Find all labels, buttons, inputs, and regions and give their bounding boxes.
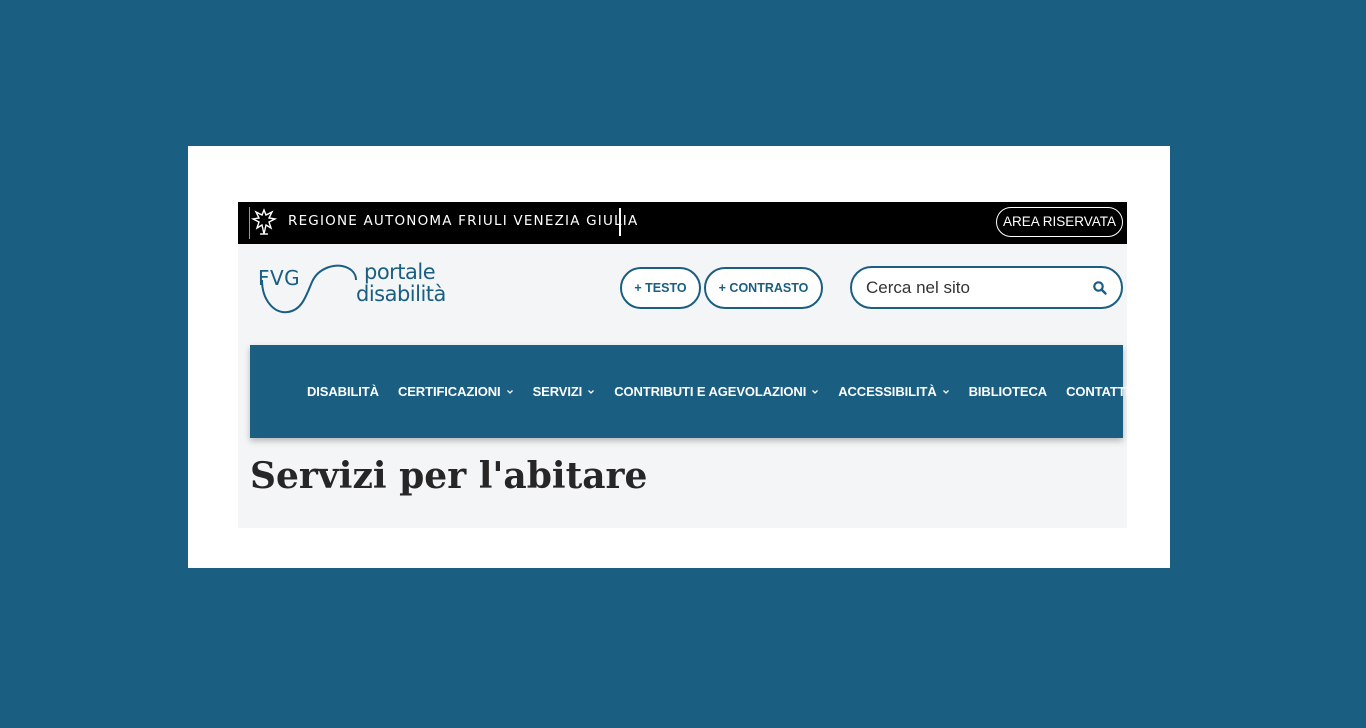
chevron-down-icon <box>506 389 513 394</box>
logo-portale-text: portale <box>364 260 436 284</box>
nav-item-label: ACCESSIBILITÀ <box>838 384 937 399</box>
nav-item-contatti[interactable]: CONTATTI <box>1066 384 1129 399</box>
content-card: REGIONE AUTONOMA FRIULI VENEZIA GIULIA A… <box>188 146 1170 568</box>
contrast-button[interactable]: + CONTRASTO <box>704 267 823 309</box>
nav-item-certificazioni[interactable]: CERTIFICAZIONI <box>398 384 514 399</box>
nav-item-servizi[interactable]: SERVIZI <box>533 384 596 399</box>
logo-disabilita-text: disabilità <box>356 282 446 306</box>
chevron-down-icon <box>942 389 949 394</box>
search-box <box>850 266 1123 309</box>
nav-item-accessibilita[interactable]: ACCESSIBILITÀ <box>838 384 949 399</box>
search-input[interactable] <box>866 268 1076 307</box>
page-title: Servizi per l'abitare <box>250 455 648 497</box>
nav-item-contributi[interactable]: CONTRIBUTI E AGEVOLAZIONI <box>614 384 819 399</box>
portal-logo[interactable]: FVG portale disabilità <box>256 260 446 316</box>
chevron-down-icon <box>812 389 819 394</box>
nav-items: DISABILITÀ CERTIFICAZIONI SERVIZI CONTRI… <box>307 345 1129 438</box>
nav-item-label: BIBLIOTECA <box>968 384 1048 399</box>
logo-fvg-text: FVG <box>258 266 301 290</box>
nav-item-label: CERTIFICAZIONI <box>397 384 501 399</box>
main-navigation: DISABILITÀ CERTIFICAZIONI SERVIZI CONTRI… <box>250 345 1129 438</box>
nav-item-label: DISABILITÀ <box>307 384 379 399</box>
nav-item-biblioteca[interactable]: BIBLIOTECA <box>968 384 1048 399</box>
nav-item-label: CONTATTI <box>1066 384 1130 399</box>
text-size-button[interactable]: + TESTO <box>620 267 701 309</box>
search-icon[interactable] <box>1092 280 1108 296</box>
reserved-area-button[interactable]: AREA RISERVATA <box>996 207 1123 237</box>
nav-item-disabilita[interactable]: DISABILITÀ <box>307 384 379 399</box>
nav-item-label: SERVIZI <box>532 384 583 399</box>
region-eagle-emblem-icon <box>250 208 278 235</box>
nav-item-label: CONTRIBUTI E AGEVOLAZIONI <box>614 384 807 399</box>
region-topbar: REGIONE AUTONOMA FRIULI VENEZIA GIULIA A… <box>238 202 1127 244</box>
chevron-down-icon <box>588 389 595 394</box>
website-frame: REGIONE AUTONOMA FRIULI VENEZIA GIULIA A… <box>238 202 1129 528</box>
divider <box>619 208 621 236</box>
region-name[interactable]: REGIONE AUTONOMA FRIULI VENEZIA GIULIA <box>288 213 638 229</box>
